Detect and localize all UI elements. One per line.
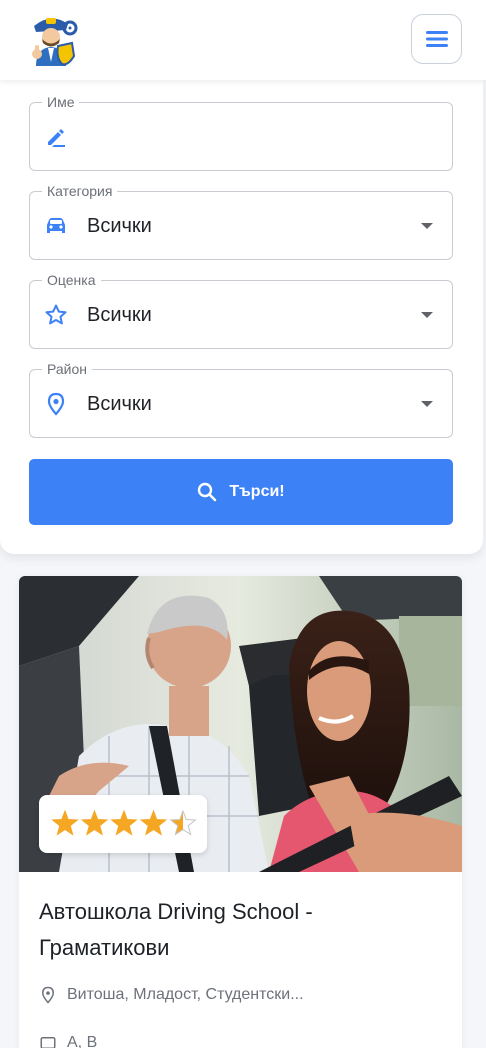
- top-header: [0, 0, 486, 80]
- location-pin-icon: [44, 392, 68, 416]
- school-location-text: Витоша, Младост, Студентски...: [67, 986, 304, 1003]
- school-categories: A, B: [39, 1034, 97, 1048]
- school-location: Витоша, Младост, Студентски...: [39, 986, 304, 1004]
- star-rating-icon: [51, 809, 197, 836]
- chevron-down-icon: [421, 312, 433, 318]
- category-select-label: Категория: [42, 183, 118, 199]
- category-select-value: Всички: [87, 215, 152, 237]
- search-panel: Име Категория Всички Оценка Всички Район…: [0, 80, 483, 554]
- name-field-label: Име: [42, 94, 80, 110]
- rating-star-3: [110, 809, 138, 836]
- driving-school-card[interactable]: Автошкола Driving School - Граматикови В…: [19, 576, 462, 1048]
- name-field[interactable]: Име: [29, 94, 453, 171]
- logo-icon[interactable]: [22, 10, 80, 68]
- hamburger-menu-icon: [425, 31, 448, 47]
- location-pin-icon: [41, 986, 55, 1004]
- rating-star-2: [80, 809, 109, 836]
- chevron-down-icon: [421, 401, 433, 407]
- district-select-value: Всички: [87, 393, 152, 415]
- school-categories-text: A, B: [67, 1034, 98, 1048]
- license-card-icon: [40, 1037, 56, 1048]
- rating-star-4: [139, 809, 168, 836]
- rating-select-value: Всички: [87, 304, 152, 326]
- school-title[interactable]: Автошкола Driving School - Граматикови: [39, 894, 439, 966]
- pencil-icon: [44, 125, 68, 149]
- rating-select[interactable]: Оценка Всички: [29, 272, 453, 349]
- rating-star-1: [51, 809, 79, 836]
- search-button-label: Търси!: [229, 483, 285, 500]
- star-outline-icon: [44, 303, 68, 327]
- category-select[interactable]: Категория Всички: [29, 183, 453, 260]
- rating-select-label: Оценка: [42, 272, 101, 288]
- search-icon: [198, 482, 217, 502]
- search-button[interactable]: Търси!: [29, 459, 453, 525]
- chevron-down-icon: [421, 223, 433, 229]
- district-select-label: Район: [42, 361, 92, 377]
- rating-star-5: [169, 809, 197, 836]
- car-icon: [44, 214, 68, 238]
- rating-stars: [39, 795, 207, 853]
- district-select[interactable]: Район Всички: [29, 361, 453, 438]
- menu-button[interactable]: [411, 14, 462, 64]
